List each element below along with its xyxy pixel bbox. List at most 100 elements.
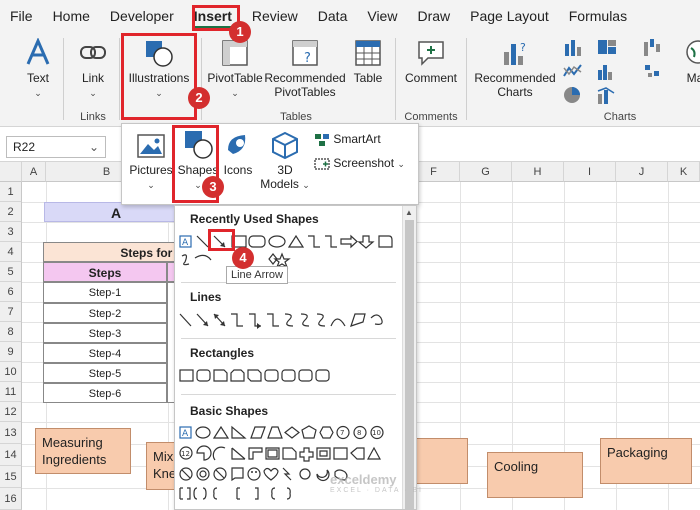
step-badge-4: 4 [232,247,254,269]
3d-models-label-2: Models [260,177,299,191]
maps-label: Ma [686,71,700,85]
table-row[interactable]: Step-3 [43,323,167,343]
scroll-thumb[interactable] [405,220,414,510]
statistic-chart-button[interactable] [594,62,620,83]
recommended-pivottables-button[interactable]: ? Recommended PivotTables [264,38,346,99]
steps-column-header[interactable]: Steps [43,262,167,282]
rectangles-shapes-row[interactable] [177,366,403,386]
statistic-chart-icon [598,65,612,80]
step-badge-3: 3 [202,176,224,198]
comment-icon [418,41,444,66]
column-header[interactable]: I [564,162,616,182]
row-header[interactable]: 1 [0,182,22,202]
row-header[interactable]: 12 [0,402,22,422]
pie-chart-button[interactable] [560,86,586,107]
row-header[interactable]: 11 [0,382,22,402]
column-header[interactable]: A [22,162,46,182]
pictures-button[interactable]: Pictures ⌄ [128,132,174,192]
row-header[interactable]: 5 [0,262,22,282]
row-header[interactable]: 16 [0,488,22,510]
tab-file[interactable]: File [0,0,43,32]
column-header[interactable]: G [460,162,512,182]
row-header[interactable]: 4 [0,242,22,262]
row-header[interactable]: 13 [0,422,22,444]
pivottable-button[interactable]: PivotTable ⌄ [204,38,266,100]
row-header[interactable]: 15 [0,466,22,488]
shapes-scrollbar[interactable]: ▲ [402,206,416,510]
row-header[interactable]: 3 [0,222,22,242]
tables-group-label: Tables [280,111,312,123]
row-header[interactable]: 10 [0,362,22,382]
name-box-value: R22 [13,140,36,154]
icons-button[interactable]: Icons [218,130,258,177]
table-button[interactable]: Table [348,38,388,85]
row-header[interactable]: 9 [0,342,22,362]
svg-text:A: A [182,429,189,439]
tab-developer[interactable]: Developer [100,0,184,32]
links-group-label: Links [80,111,106,123]
name-box[interactable]: R22 ⌄ [6,136,106,158]
pie-chart-icon [564,87,580,103]
recommended-pivottables-icon: ? [292,40,318,66]
maps-button[interactable]: Ma [680,38,700,85]
line-chart-icon [563,64,582,77]
scatter-chart-icon [645,65,659,77]
tab-draw[interactable]: Draw [407,0,460,32]
icons-label: Icons [223,163,253,177]
column-header[interactable]: J [616,162,668,182]
text-icon [26,38,50,65]
table-row[interactable]: Step-4 [43,343,167,363]
table-row[interactable]: Step-6 [43,383,167,403]
column-header[interactable]: K [668,162,700,182]
smartart-icon [315,133,329,146]
pictures-label: Pictures [129,163,173,177]
illustrations-dropdown: Pictures ⌄ Shapes ⌄ Icons 3D Models ⌄ Smar… [121,123,419,205]
recommended-charts-button[interactable]: ? Recommended Charts [472,38,558,99]
tab-home[interactable]: Home [43,0,100,32]
tab-review[interactable]: Review [242,0,308,32]
screenshot-button[interactable]: Screenshot ⌄ [314,156,418,171]
svg-text:8: 8 [357,429,361,437]
combo-chart-button[interactable] [594,86,620,107]
row-header[interactable]: 2 [0,202,22,222]
screenshot-icon [314,158,330,170]
svg-text:10: 10 [372,429,381,437]
process-box-packaging[interactable]: Packaging [600,438,692,484]
hierarchy-chart-button[interactable] [594,38,620,59]
tab-view[interactable]: View [357,0,407,32]
smartart-button[interactable]: SmartArt [314,132,414,147]
process-box-cooling[interactable]: Cooling [487,452,583,498]
link-button[interactable]: Link ⌄ [70,38,116,100]
pivottable-label: PivotTable [207,71,263,85]
hierarchy-chart-icon [598,40,616,54]
svg-text:7: 7 [340,429,344,437]
table-row[interactable]: Step-5 [43,363,167,383]
column-chart-button[interactable] [560,38,586,59]
text-button[interactable]: Text ⌄ [16,38,60,100]
row-header[interactable]: 6 [0,282,22,302]
column-header[interactable]: H [512,162,564,182]
table-row[interactable]: Step-1 [43,282,167,303]
waterfall-chart-button[interactable] [640,38,666,59]
scroll-up-icon[interactable]: ▲ [405,208,413,217]
screenshot-label: Screenshot [333,156,395,170]
watermark-tagline: EXCEL · DATA · BI [330,487,423,494]
table-row[interactable]: Step-2 [43,303,167,323]
table-label: Table [353,71,383,85]
scatter-chart-button[interactable] [640,62,666,83]
tab-data[interactable]: Data [308,0,358,32]
row-header[interactable]: 8 [0,322,22,342]
tab-page-layout[interactable]: Page Layout [460,0,559,32]
tab-formulas[interactable]: Formulas [559,0,637,32]
select-all-corner[interactable] [0,162,22,182]
charts-group-label: Charts [603,111,637,123]
basic-shapes-section-title: Basic Shapes [190,404,269,418]
process-box-measuring[interactable]: Measuring Ingredients [35,428,131,474]
table-icon [355,40,381,66]
3d-models-button[interactable]: 3D Models ⌄ [258,130,312,192]
line-chart-button[interactable] [560,62,586,83]
comment-button[interactable]: Comment [402,38,460,85]
row-header[interactable]: 14 [0,444,22,466]
lines-shapes-row[interactable] [177,310,403,332]
row-header[interactable]: 7 [0,302,22,322]
